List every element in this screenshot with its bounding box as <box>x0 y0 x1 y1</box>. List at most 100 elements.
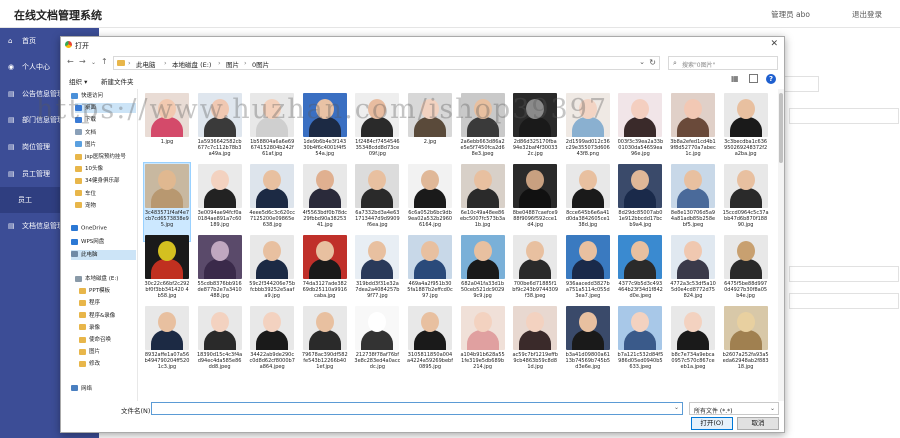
organize-menu[interactable]: 组织 ▾ <box>69 76 87 86</box>
file-tile[interactable]: 6e10c49a48ee86ebc5007fc573b3a1b.jpg <box>459 162 507 242</box>
file-tile[interactable]: 79678ac390df582fe543b12266b401ef.jpg <box>301 304 349 384</box>
file-tile[interactable]: 8cce645b6e6a41d0da3842605ce138d.jpg <box>564 162 612 242</box>
file-tile[interactable]: 8d29dc85007ab01e912bbcdd17bcb9a4.jpg <box>616 162 664 242</box>
file-tile[interactable]: 8be04887caefce988f9096f592cce1d4.jpg <box>511 162 559 242</box>
search-input[interactable]: ⌕ 搜索"0图片" <box>668 56 778 70</box>
file-tile[interactable]: 3e0094ae94fcf0a0184ae891a7c60189.jpg <box>196 162 244 242</box>
nav-tree-item[interactable]: 修改 <box>79 359 136 369</box>
breadcrumb-this-pc[interactable]: 此电脑 <box>136 59 156 69</box>
up-arrow-icon[interactable]: ↑ <box>101 57 108 66</box>
pane-divider[interactable] <box>137 89 138 401</box>
file-tile[interactable]: 6a7332bd3a4e631713447d9d9909f6ea.jpg <box>353 162 401 242</box>
file-tile[interactable]: 4377c9b5d3c493464b23f34d1f842d0e.jpeg <box>616 233 664 313</box>
file-tile[interactable]: 700be6d71885f1bf9c243b9744309f38.jpeg <box>511 233 559 313</box>
file-tile[interactable]: b8c7e734a9ebca0957c570c867ceeb1a.jpeg <box>669 304 717 384</box>
recent-chevron-icon[interactable]: ⌄ <box>91 59 96 66</box>
file-tile[interactable]: 682a041fa33d1b50ceb521dc90299c9.jpg <box>459 233 507 313</box>
nav-tree-item[interactable]: WPS网盘 <box>71 237 136 247</box>
nav-tree-item[interactable]: 快速访问 <box>71 91 136 101</box>
nav-tree-item[interactable]: 程序 <box>79 298 136 308</box>
file-tile[interactable]: 3105811850a004a4224a59269bebf0895.jpg <box>406 304 454 384</box>
cancel-button[interactable]: 取消 <box>737 417 779 430</box>
help-icon[interactable]: ? <box>766 74 776 84</box>
file-tile[interactable]: 2d1599ad012c36c29e355073d60643f8.png <box>564 91 612 171</box>
close-icon[interactable]: ✕ <box>770 39 778 49</box>
nav-tree-item[interactable]: 桌面✎ <box>75 103 136 114</box>
file-tile[interactable]: 6c6a052b6bc9db9ea02a532b29606164.jpg <box>406 162 454 242</box>
file-tile[interactable]: 2a6ebb663d86a2e5e5f7450fca2d68e3.jpeg <box>459 91 507 171</box>
file-tile[interactable]: 2.jpg <box>406 91 454 171</box>
view-options-icon[interactable]: ▦ <box>731 74 739 83</box>
form-field[interactable] <box>789 108 899 124</box>
forward-arrow-icon[interactable]: → <box>79 57 86 66</box>
file-tile[interactable]: a104b91b628a551fe319e5db689b214.jpg <box>459 304 507 384</box>
nav-tree-item[interactable]: 此电脑 <box>71 249 136 260</box>
file-tile[interactable]: 1f2484cf745454635348cdd8d73ce09f.jpg <box>353 91 401 171</box>
open-button[interactable]: 打开(O) <box>691 417 733 430</box>
file-tile[interactable]: 3b8a2efed1cd4b19f8d52770a7abec1c.jpg <box>669 91 717 171</box>
chevron-down-icon[interactable]: ⌄ <box>639 58 645 66</box>
file-tile[interactable]: 4eee5d6c3c620cc7125200e09865e638.jpg <box>248 162 296 242</box>
file-tile[interactable]: 59c2f344206e75bfcbbb39252e5aafa9.jpg <box>248 233 296 313</box>
file-tile[interactable]: 74da3127ade38269db25110a9916caba.jpg <box>301 233 349 313</box>
file-tile[interactable]: 936aacedd3827ba751a5114c055d3ea7.jpeg <box>564 233 612 313</box>
preview-pane-icon[interactable] <box>749 74 758 83</box>
file-tile[interactable]: b3a41d09800a6113b74569b745b5d3e6e.jpg <box>564 304 612 384</box>
back-arrow-icon[interactable]: ← <box>67 57 74 66</box>
nav-tree-item[interactable]: 宠物 <box>75 201 136 211</box>
file-tile[interactable]: 212738f78af76bf3e8c283ed4a0accdc.jpg <box>353 304 401 384</box>
dialog-titlebar[interactable]: 打开 ✕ <box>61 37 784 53</box>
file-tile[interactable]: 55cdb8376bb916de877b2e7a3410488.jpg <box>196 233 244 313</box>
nav-tree-item[interactable]: PPT模板 <box>79 286 136 296</box>
nav-tree-item[interactable]: 网络 <box>71 384 136 394</box>
current-user[interactable]: 管理员 abo <box>771 9 810 20</box>
filename-input[interactable]: ⌄ <box>151 402 683 415</box>
chevron-down-icon[interactable]: ⌄ <box>674 404 679 411</box>
nav-tree-item[interactable]: 10头像 <box>75 164 136 174</box>
file-tile[interactable]: 30c22c66bf2c292bf0f3bb341420 4b58.jpg <box>143 233 191 313</box>
breadcrumb-drive[interactable]: 本地磁盘 (E:) <box>172 59 211 69</box>
nav-tree-item[interactable]: 使命召唤 <box>79 335 136 345</box>
breadcrumb-current-folder[interactable]: 0图片 <box>252 59 269 69</box>
logout-link[interactable]: 退出登录 <box>852 9 882 20</box>
nav-tree-item[interactable]: 34健身俱乐部 <box>75 176 136 186</box>
nav-tree-item[interactable]: 下载✎ <box>75 115 136 125</box>
file-grid-scrollbar[interactable] <box>778 89 784 401</box>
new-folder-button[interactable]: 新建文件夹 <box>101 76 134 86</box>
file-tile[interactable]: 4f5563bdf0b78dc29fbbd90a3825341.jpg <box>301 162 349 242</box>
file-tile[interactable]: 1b58804a6a6e69674152804b242f61af.jpg <box>248 91 296 171</box>
scrollbar-thumb[interactable] <box>779 93 783 163</box>
file-tile[interactable]: 1de9b6b4e3f14330b4f6c4001f4f554a.jpg <box>301 91 349 171</box>
nav-tree-item[interactable]: 本地磁盘 (E:) <box>75 274 136 284</box>
nav-tree-item[interactable]: 车位 <box>75 189 136 199</box>
nav-tree-item[interactable]: 文档✎ <box>75 128 136 138</box>
form-field[interactable] <box>789 293 899 309</box>
file-tile[interactable]: 8e8e130706d5a94a81adb85b258ebf5.jpeg <box>669 162 717 242</box>
nav-tree-item[interactable]: 程序&录像 <box>79 311 136 321</box>
file-tile[interactable]: 319bdd3f31e32a7dea2a4084257b9f77.jpg <box>353 233 401 313</box>
address-bar[interactable]: › 此电脑 › 本地磁盘 (E:) › 图片 › 0图片 ⌄ ↻ <box>113 56 660 70</box>
file-tile[interactable]: 6475f5be88d9970d4927b30f8a05b4e.jpg <box>722 233 770 313</box>
nav-tree-item[interactable]: 录像 <box>79 323 136 333</box>
file-tile[interactable]: 18390d15c4c3f4ad94ec4da585e86dd8.jpeg <box>196 304 244 384</box>
file-tile[interactable]: 4772a3c53df5a105d0e4cd8772d75824.jpg <box>669 233 717 313</box>
nav-tree-item[interactable]: 图片✎ <box>75 140 136 150</box>
file-tile[interactable]: 469a4a2f951b305fa1887b2effcd0c97.jpg <box>406 233 454 313</box>
breadcrumb-pictures[interactable]: 图片 <box>226 59 239 69</box>
file-tile[interactable]: 15ccd0964c5c37abb47d6b870f18890.jpg <box>722 162 770 242</box>
file-tile[interactable]: 1a5936642582cb677c7c112b78b3a49a.jpg <box>196 91 244 171</box>
file-tile[interactable]: ac59c7bf1219effb9cb4863b59c8d81d.jpg <box>511 304 559 384</box>
nav-tree-item[interactable]: jsp医院预约挂号 <box>75 152 136 162</box>
file-tile[interactable]: 1.jpg <box>143 91 191 171</box>
nav-tree-item[interactable]: OneDrive <box>71 225 136 235</box>
nav-tree-item[interactable]: 图片 <box>79 347 136 357</box>
filetype-select[interactable]: 所有文件 (*.*) ⌄ <box>689 402 779 415</box>
file-tile[interactable]: b7a121c532d84f5986d05ed0940b5633.jpeg <box>616 304 664 384</box>
file-tile[interactable]: 2d86d325170fba94e32baf4f300332c.jpg <box>511 91 559 171</box>
refresh-icon[interactable]: ↻ <box>649 58 656 67</box>
file-tile[interactable]: 34422ab9de290cc0d8d62cf8000b7a864.jpeg <box>248 304 296 384</box>
file-tile[interactable]: 3c483571f4af4e7cb7cd6573838e95.jpg <box>143 162 191 242</box>
file-tile[interactable]: 3c3becdba1c636950269248372f2a2ba.jpg <box>722 91 770 171</box>
form-field[interactable] <box>789 266 899 282</box>
file-tile[interactable]: b2607a252fa93a5eda62948ab2f88318.jpg <box>722 304 770 384</box>
